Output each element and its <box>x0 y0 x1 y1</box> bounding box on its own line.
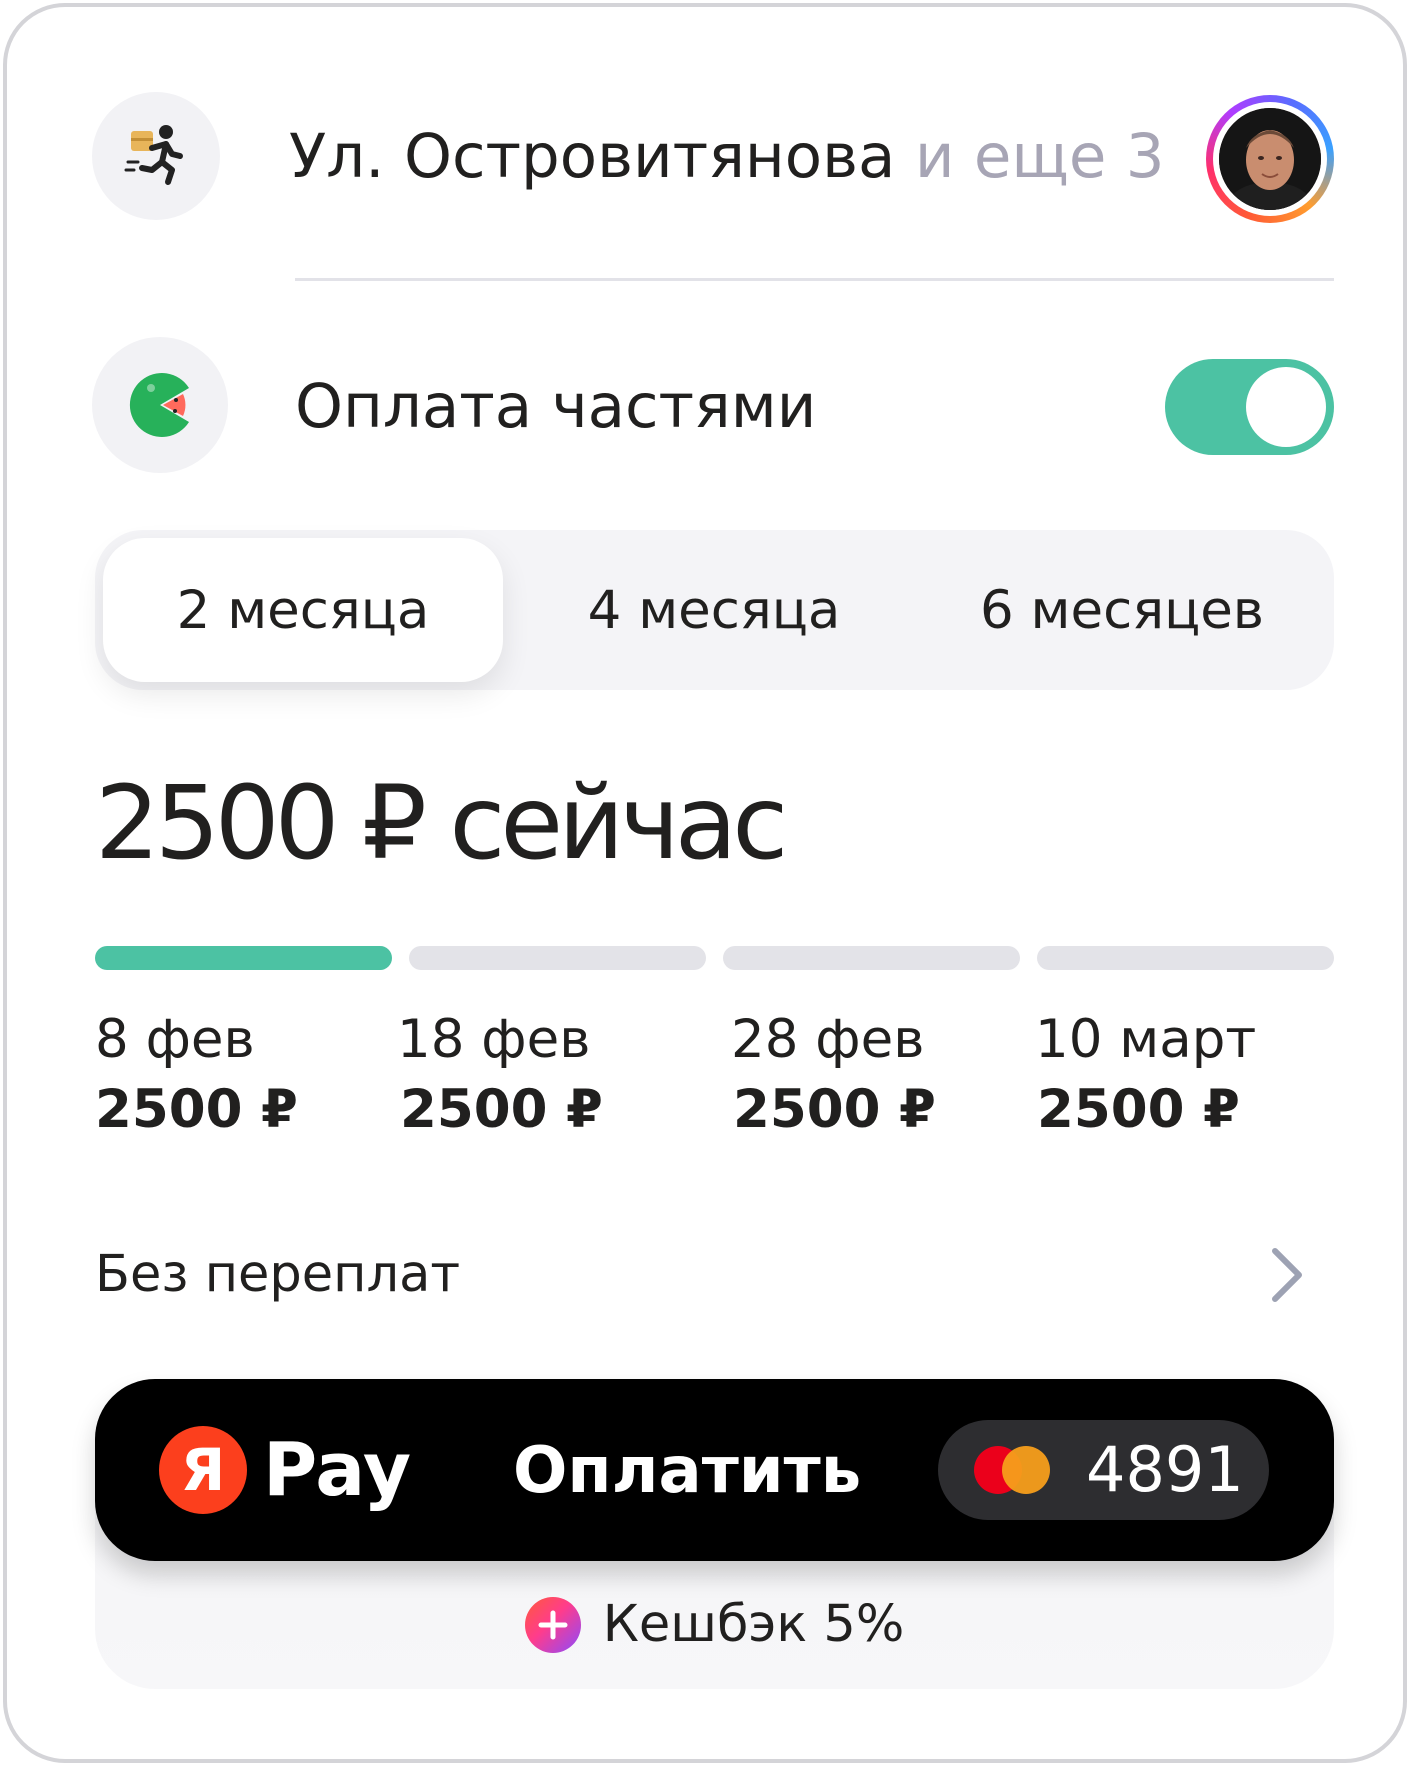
pay-button[interactable]: Я Pay Оплатить 4891 <box>95 1379 1334 1561</box>
pay-button-label: Оплатить <box>513 1434 862 1508</box>
schedule-amount-2: 2500 ₽ <box>400 1079 603 1140</box>
card-selector[interactable]: 4891 <box>938 1420 1269 1520</box>
term-selector: 2 месяца 4 месяца 6 месяцев <box>95 530 1334 690</box>
term-option-4[interactable]: 4 месяца <box>514 538 914 682</box>
toggle-knob <box>1246 367 1326 447</box>
schedule-progress-segment-3 <box>723 946 1020 970</box>
watermelon-pacman-icon <box>92 337 228 473</box>
schedule-date-1: 8 фев <box>95 1009 255 1070</box>
section-divider <box>295 278 1334 281</box>
term-option-2[interactable]: 2 месяца <box>103 538 503 682</box>
schedule-amount-4: 2500 ₽ <box>1037 1079 1240 1140</box>
address-main: Ул. Островитянова <box>289 121 896 192</box>
app-frame: Ул. Островитянова и еще 3 Оплата частями… <box>3 3 1407 1763</box>
no-overpay-link[interactable]: Без переплат <box>95 1242 460 1308</box>
schedule-date-2: 18 фев <box>397 1009 591 1070</box>
chevron-right-icon[interactable] <box>1265 1245 1309 1305</box>
card-last4: 4891 <box>1086 1433 1244 1506</box>
avatar-photo <box>1219 108 1321 210</box>
schedule-progress-segment-1 <box>95 946 392 970</box>
schedule-progress-segment-4 <box>1037 946 1334 970</box>
schedule-amount-1: 2500 ₽ <box>95 1079 298 1140</box>
pay-brand: Pay <box>263 1427 412 1513</box>
schedule-amount-3: 2500 ₽ <box>733 1079 936 1140</box>
cashback-label: Кешбэк 5% <box>602 1595 905 1654</box>
delivery-courier-icon <box>92 92 220 220</box>
term-option-6[interactable]: 6 месяцев <box>922 538 1322 682</box>
schedule-progress-segment-2 <box>409 946 706 970</box>
amount-now: 2500 ₽ сейчас <box>95 764 788 883</box>
plus-icon <box>524 1597 581 1653</box>
schedule-date-3: 28 фев <box>731 1009 925 1070</box>
yandex-logo-icon: Я <box>159 1426 247 1514</box>
schedule-date-4: 10 март <box>1035 1009 1257 1070</box>
address-more: и еще 3 <box>914 121 1165 192</box>
avatar[interactable] <box>1206 95 1334 223</box>
delivery-address[interactable]: Ул. Островитянова и еще 3 <box>289 119 1165 195</box>
mastercard-icon-overlap <box>1002 1446 1050 1494</box>
installments-label: Оплата частями <box>295 371 817 442</box>
cashback-row: Кешбэк 5% <box>95 1589 1334 1661</box>
installments-toggle[interactable] <box>1165 359 1334 455</box>
